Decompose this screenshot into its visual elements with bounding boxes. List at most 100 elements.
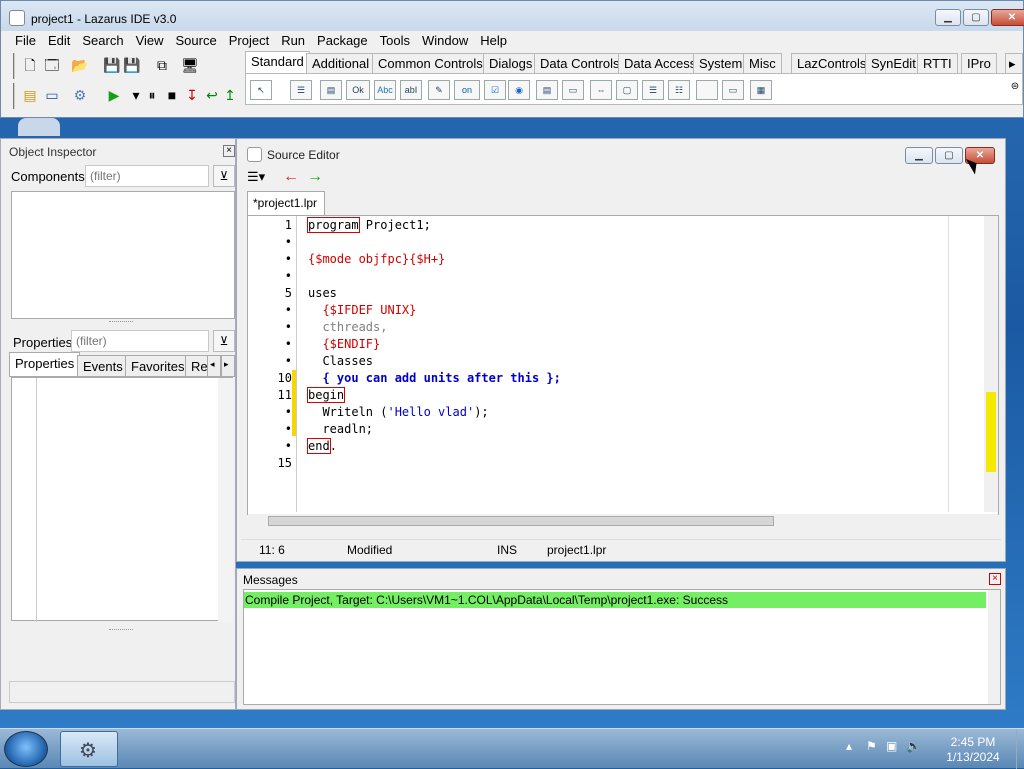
maximize-button[interactable]: ▢	[935, 147, 963, 164]
tlistbox-icon[interactable]: ▤	[536, 80, 558, 100]
save-icon[interactable]: 💾	[103, 56, 121, 74]
tgroupbox-icon[interactable]: ▢	[616, 80, 638, 100]
jump-back-icon[interactable]: ←	[283, 168, 299, 186]
code-line[interactable]: end.	[307, 438, 337, 454]
ttogglebox-icon[interactable]: on	[454, 80, 480, 100]
minimize-button[interactable]: ▁	[905, 147, 933, 164]
code-line[interactable]: Classes	[308, 354, 373, 368]
tcombobox-icon[interactable]: ▭	[562, 80, 584, 100]
menu-window[interactable]: Window	[416, 31, 474, 50]
palette-tab-common-controls[interactable]: Common Controls	[372, 53, 489, 73]
minimize-button[interactable]: ▁	[935, 9, 961, 26]
volume-icon[interactable]: 🔈	[906, 739, 921, 753]
menu-view[interactable]: View	[130, 31, 170, 50]
messages-scrollbar[interactable]	[988, 590, 1000, 704]
tactionlist-icon[interactable]: ▦	[750, 80, 772, 100]
tab-scroll-right-icon[interactable]: ▸	[221, 355, 235, 377]
close-icon[interactable]: ×	[223, 145, 235, 157]
code-line[interactable]: { you can add units after this };	[308, 371, 560, 385]
view-forms-list-icon[interactable]: ▭	[43, 86, 61, 104]
menu-tools[interactable]: Tools	[374, 31, 416, 50]
tlabel-icon[interactable]: Abc	[374, 80, 396, 100]
tradiobutton-icon[interactable]: ◉	[508, 80, 530, 100]
view-units-icon[interactable]: ▤	[21, 86, 39, 104]
maximize-button[interactable]: ▢	[963, 9, 989, 26]
editor-options-icon[interactable]: ☰▾	[247, 169, 287, 187]
jump-forward-icon[interactable]: →	[307, 168, 323, 186]
save-all-icon[interactable]: 💾	[123, 56, 141, 74]
messages-list[interactable]: Compile Project, Target: C:\Users\VM1~1.…	[243, 589, 1001, 705]
tab-properties[interactable]: Properties	[9, 352, 81, 377]
code-line[interactable]: begin	[306, 387, 346, 403]
horizontal-scrollbar[interactable]	[248, 514, 998, 528]
code-line[interactable]: {$mode objfpc}{$H+}	[308, 252, 445, 266]
menu-help[interactable]: Help	[474, 31, 513, 50]
code-editor[interactable]: 1 • • • 5 • • • • 10 11 • • • 15 program Project1; {$mo…	[247, 215, 999, 528]
tpanel-icon[interactable]	[696, 80, 718, 100]
palette-tab-synedit[interactable]: SynEdit	[865, 53, 922, 73]
menu-search[interactable]: Search	[76, 31, 129, 50]
menu-source[interactable]: Source	[170, 31, 223, 50]
stop-icon[interactable]: ■	[163, 86, 181, 104]
menu-package[interactable]: Package	[311, 31, 374, 50]
code-line[interactable]: cthreads,	[308, 320, 387, 334]
palette-tab-standard[interactable]: Standard	[245, 51, 310, 74]
view-forms-icon[interactable]: 🖥	[181, 56, 199, 74]
vertical-scrollbar[interactable]	[984, 216, 998, 512]
horizontal-scroll-thumb[interactable]	[268, 516, 774, 526]
menu-file[interactable]: File	[9, 31, 42, 50]
network-icon[interactable]: ▣	[886, 739, 897, 753]
clock[interactable]: 2:45 PM 1/13/2024	[930, 735, 1016, 765]
tcheckgroup-icon[interactable]: ☷	[668, 80, 690, 100]
tmemo-icon[interactable]: ✎	[428, 80, 450, 100]
code-area[interactable]: program Project1; {$mode objfpc}{$H+} uses…	[306, 216, 958, 512]
code-line[interactable]: program Project1;	[307, 217, 431, 233]
editor-tab-project1[interactable]: *project1.lpr	[247, 191, 325, 215]
palette-tab-misc[interactable]: Misc	[743, 53, 782, 73]
splitter-handle[interactable]	[109, 321, 133, 325]
tcheckbox-icon[interactable]: ☑	[484, 80, 506, 100]
new-form-icon[interactable]: 🗔	[43, 56, 61, 74]
selection-pointer-icon[interactable]: ↖	[250, 80, 272, 100]
run-icon[interactable]: ▶	[105, 86, 123, 104]
clear-filter-icon[interactable]: ⊻	[213, 165, 235, 187]
toggle-form-unit-icon[interactable]: ⧉	[153, 56, 171, 74]
properties-filter-input[interactable]	[71, 330, 209, 352]
close-button[interactable]: ✕	[991, 9, 1024, 26]
palette-tab-lazcontrols[interactable]: LazControls	[791, 53, 873, 73]
tab-scroll-left-icon[interactable]: ◂	[207, 355, 221, 377]
show-hidden-icons-icon[interactable]: ▴	[846, 739, 852, 753]
step-out-icon[interactable]: ↥	[221, 86, 239, 104]
palette-menu-icon[interactable]: ⊜	[1006, 78, 1024, 96]
tradiogroup-icon[interactable]: ☰	[642, 80, 664, 100]
open-icon[interactable]: 📂	[71, 56, 89, 74]
palette-tab-dialogs[interactable]: Dialogs	[483, 53, 539, 73]
clear-properties-filter-icon[interactable]: ⊻	[213, 330, 235, 352]
tpopupmenu-icon[interactable]: ▤	[320, 80, 342, 100]
tmainmenu-icon[interactable]: ☰	[290, 80, 312, 100]
tscrollbar-icon[interactable]: ⇔	[590, 80, 612, 100]
palette-tab-rtti[interactable]: RTTI	[917, 53, 958, 73]
menu-edit[interactable]: Edit	[42, 31, 76, 50]
palette-scroll-right-icon[interactable]: ▸	[1005, 53, 1023, 73]
show-desktop-button[interactable]	[1016, 729, 1024, 769]
pause-icon[interactable]: ⏸	[143, 86, 161, 104]
step-over-icon[interactable]: ↩	[203, 86, 221, 104]
build-mode-icon[interactable]: ⚙	[71, 86, 89, 104]
tab-favorites[interactable]: Favorites	[125, 355, 191, 377]
menu-project[interactable]: Project	[223, 31, 275, 50]
properties-grid[interactable]	[11, 377, 233, 622]
tbutton-icon[interactable]: Ok	[346, 80, 370, 100]
step-into-icon[interactable]: ↧	[183, 86, 201, 104]
menu-run[interactable]: Run	[275, 31, 311, 50]
code-line[interactable]: {$IFDEF UNIX}	[308, 303, 416, 317]
properties-scrollbar[interactable]	[218, 378, 233, 622]
code-line[interactable]: uses	[308, 286, 337, 300]
start-button[interactable]	[4, 731, 48, 767]
taskbar-lazarus-button[interactable]: ⚙	[60, 731, 118, 767]
code-line[interactable]: {$ENDIF}	[308, 337, 380, 351]
palette-tab-data-access[interactable]: Data Access	[618, 53, 703, 73]
tframe-icon[interactable]: ▭	[722, 80, 744, 100]
tab-events[interactable]: Events	[77, 355, 129, 377]
compile-success-message[interactable]: Compile Project, Target: C:\Users\VM1~1.…	[244, 592, 986, 608]
